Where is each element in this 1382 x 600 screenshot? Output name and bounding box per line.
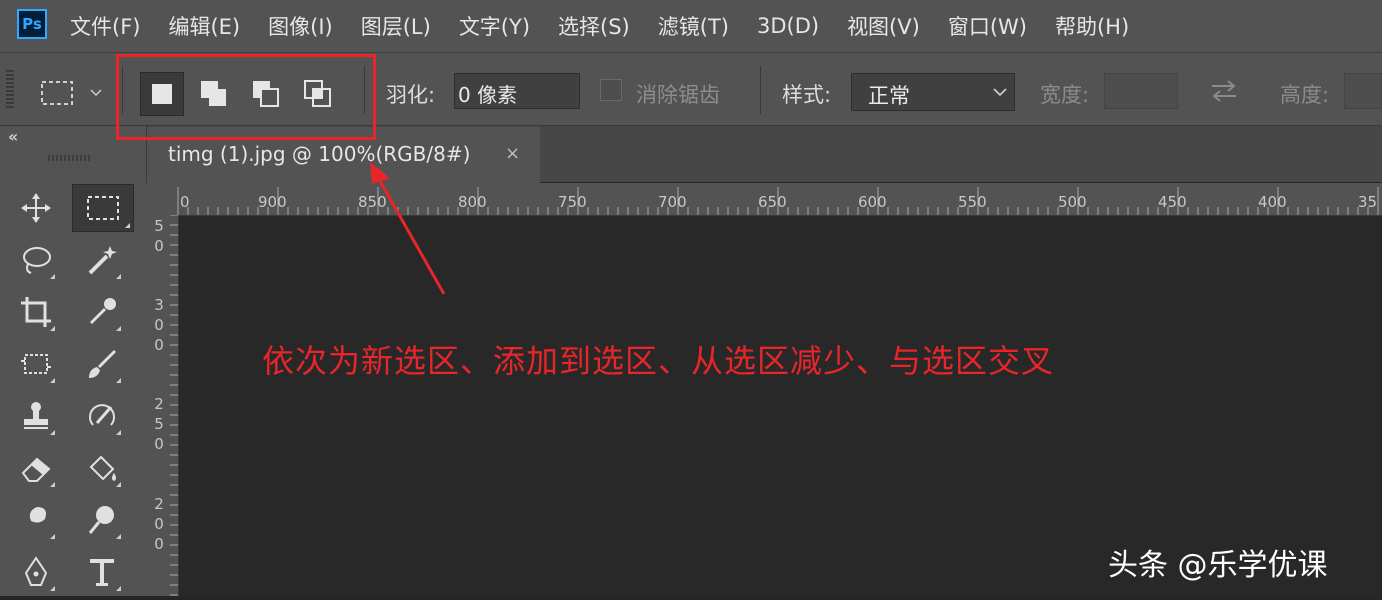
eraser-icon <box>21 457 51 482</box>
menu-select[interactable]: 选择(S) <box>558 11 630 41</box>
clone-stamp-tool[interactable] <box>14 394 58 438</box>
type-tool[interactable] <box>80 550 124 594</box>
ruler-label: 450 <box>1158 193 1187 211</box>
antialias-checkbox[interactable] <box>600 79 622 101</box>
width-label: 宽度: <box>1040 83 1090 107</box>
magic-wand-tool[interactable] <box>80 238 124 282</box>
brush-tool[interactable] <box>80 342 124 386</box>
tools-panel-grip[interactable] <box>48 155 92 161</box>
selection-modes-highlight <box>116 54 376 140</box>
move-icon <box>21 193 51 223</box>
dodge-icon <box>88 506 114 534</box>
tool-preset-picker[interactable] <box>40 80 110 112</box>
ruler-label: 700 <box>658 193 687 211</box>
photoshop-logo: Ps <box>17 9 47 39</box>
menu-layer[interactable]: 图层(L) <box>361 11 431 41</box>
collapse-panel-icon[interactable]: ‹‹ <box>8 127 18 146</box>
chevron-down-icon <box>993 88 1007 97</box>
smudge-tool[interactable] <box>14 498 58 542</box>
menu-image[interactable]: 图像(I) <box>268 11 333 41</box>
style-label: 样式: <box>782 83 832 107</box>
pen-icon <box>24 556 48 586</box>
eyedropper-icon <box>89 298 116 325</box>
frame-tool[interactable] <box>14 342 58 386</box>
swap-width-height-icon[interactable] <box>1208 78 1240 104</box>
ruler-label: 800 <box>458 193 487 211</box>
style-select[interactable]: 正常 <box>851 73 1015 111</box>
feather-label: 羽化: <box>386 83 436 107</box>
width-input[interactable] <box>1104 73 1178 109</box>
magic-wand-icon <box>88 246 117 275</box>
type-icon <box>90 559 114 586</box>
lasso-icon <box>23 247 51 274</box>
menu-items: 文件(F) 编辑(E) 图像(I) 图层(L) 文字(Y) 选择(S) 滤镜(T… <box>70 0 1157 52</box>
watermark: 头条 @乐学优课 <box>1108 548 1328 583</box>
menu-view[interactable]: 视图(V) <box>847 11 920 41</box>
ruler-label: 400 <box>1258 193 1287 211</box>
move-tool[interactable] <box>14 186 58 230</box>
ruler-label: 35 <box>1358 193 1378 211</box>
menu-type[interactable]: 文字(Y) <box>459 11 530 41</box>
menu-help[interactable]: 帮助(H) <box>1055 11 1129 41</box>
rect-marquee-icon <box>87 196 119 220</box>
frame-icon <box>21 354 51 374</box>
separator <box>760 66 761 114</box>
history-brush-icon <box>89 404 115 426</box>
menu-filter[interactable]: 滤镜(T) <box>658 11 729 41</box>
crop-tool[interactable] <box>14 290 58 334</box>
ruler-label-vertical: 200 <box>154 495 164 553</box>
feather-input[interactable]: 0 像素 <box>454 73 580 109</box>
ruler-label: 0 <box>180 193 190 211</box>
rect-marquee-preset-icon <box>41 81 102 105</box>
height-input[interactable] <box>1344 73 1382 109</box>
rectangular-marquee-tool[interactable] <box>72 184 134 232</box>
dodge-tool[interactable] <box>80 498 124 542</box>
eraser-tool[interactable] <box>14 446 58 490</box>
ruler-label: 600 <box>858 193 887 211</box>
paint-bucket-icon <box>89 455 116 481</box>
menu-3d[interactable]: 3D(D) <box>757 14 819 38</box>
crop-icon <box>21 297 51 327</box>
paint-bucket-tool[interactable] <box>80 446 124 490</box>
ruler-label: 550 <box>958 193 987 211</box>
ruler-label-vertical: 250 <box>154 395 164 453</box>
menu-edit[interactable]: 编辑(E) <box>168 11 240 41</box>
lasso-tool[interactable] <box>14 238 58 282</box>
menu-window[interactable]: 窗口(W) <box>948 11 1027 41</box>
feather-value: 0 像素 <box>458 83 518 107</box>
height-label: 高度: <box>1280 83 1330 107</box>
menu-file[interactable]: 文件(F) <box>70 11 140 41</box>
annotation-caption: 依次为新选区、添加到选区、从选区减少、与选区交叉 <box>262 342 1055 380</box>
antialias-label: 消除锯齿 <box>636 83 720 107</box>
options-bar-grip[interactable] <box>6 70 14 110</box>
close-tab-icon[interactable]: × <box>505 143 520 164</box>
brush-icon <box>89 349 117 378</box>
annotation-arrow <box>370 162 446 295</box>
stamp-icon <box>24 402 48 429</box>
pen-tool[interactable] <box>14 550 58 594</box>
ruler-label: 750 <box>558 193 587 211</box>
history-brush-tool[interactable] <box>80 394 124 438</box>
style-value: 正常 <box>868 84 910 108</box>
ruler-label-vertical: 300 <box>154 296 164 354</box>
ruler-label: 900 <box>258 193 287 211</box>
ruler-label: 650 <box>758 193 787 211</box>
smudge-icon <box>29 507 46 533</box>
ruler-label: 500 <box>1058 193 1087 211</box>
eyedropper-tool[interactable] <box>80 290 124 334</box>
ruler-label-vertical: 50 <box>154 217 164 255</box>
